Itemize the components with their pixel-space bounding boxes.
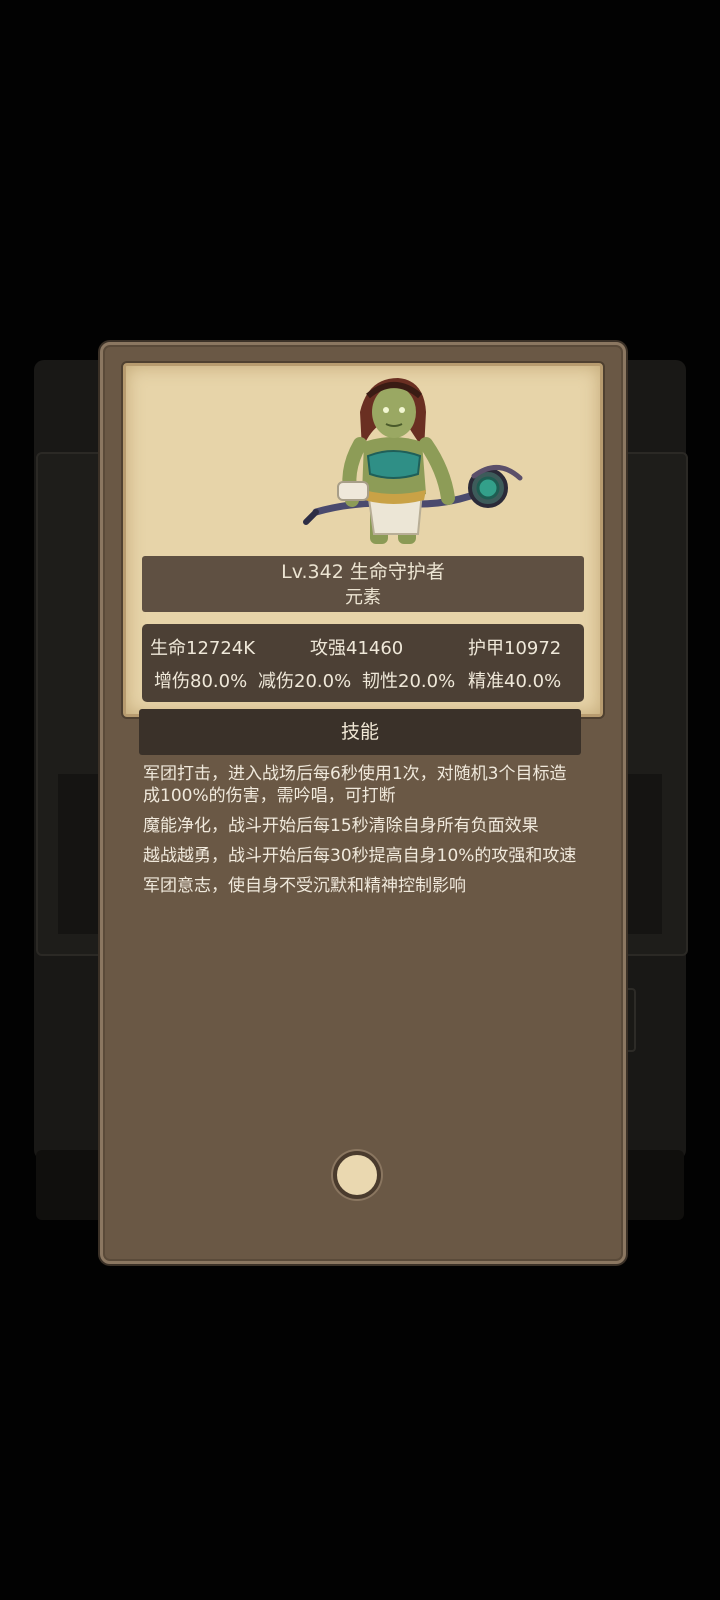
- game-screen: Lv.342 生命守护者 元素 生命12724K 攻强41460 护甲10972…: [0, 0, 720, 1600]
- skill-item: 魔能净化，战斗开始后每15秒清除自身所有负面效果: [143, 816, 539, 836]
- stats-row-secondary: 增伤80.0% 减伤20.0% 韧性20.0% 精准40.0%: [142, 667, 584, 697]
- stat-attack: 攻强41460: [310, 638, 404, 659]
- skills-list: 军团打击，进入战场后每6秒使用1次，对随机3个目标造成100%的伤害，需吟唱，可…: [143, 763, 583, 905]
- stat-hp: 生命12724K: [150, 638, 256, 659]
- hero-element: 元素: [345, 587, 381, 608]
- stat-armor: 护甲10972: [468, 638, 562, 659]
- skill-item: 军团意志，使自身不受沉默和精神控制影响: [143, 876, 466, 896]
- hero-level-name: Lv.342 生命守护者: [281, 561, 445, 583]
- hero-stats: 生命12724K 攻强41460 护甲10972 增伤80.0% 减伤20.0%…: [142, 624, 584, 702]
- stats-row-primary: 生命12724K 攻强41460 护甲10972: [142, 634, 584, 664]
- hero-card: Lv.342 生命守护者 元素 生命12724K 攻强41460 护甲10972…: [123, 363, 603, 717]
- stat-toughness: 韧性20.0%: [362, 671, 456, 692]
- skill-item: 越战越勇，战斗开始后每30秒提高自身10%的攻强和攻速: [143, 846, 577, 866]
- stat-damage-reduction: 减伤20.0%: [258, 671, 352, 692]
- hero-portrait: [303, 378, 523, 544]
- close-button[interactable]: [333, 1151, 381, 1199]
- hero-info-popup: Lv.342 生命守护者 元素 生命12724K 攻强41460 护甲10972…: [100, 342, 626, 1264]
- hero-name-bar: Lv.342 生命守护者 元素: [142, 556, 584, 612]
- skills-header: 技能: [139, 709, 581, 755]
- stat-damage-bonus: 增伤80.0%: [154, 671, 248, 692]
- stat-accuracy: 精准40.0%: [468, 671, 562, 692]
- skill-item: 军团打击，进入战场后每6秒使用1次，对随机3个目标造成100%的伤害，需吟唱，可…: [143, 764, 567, 806]
